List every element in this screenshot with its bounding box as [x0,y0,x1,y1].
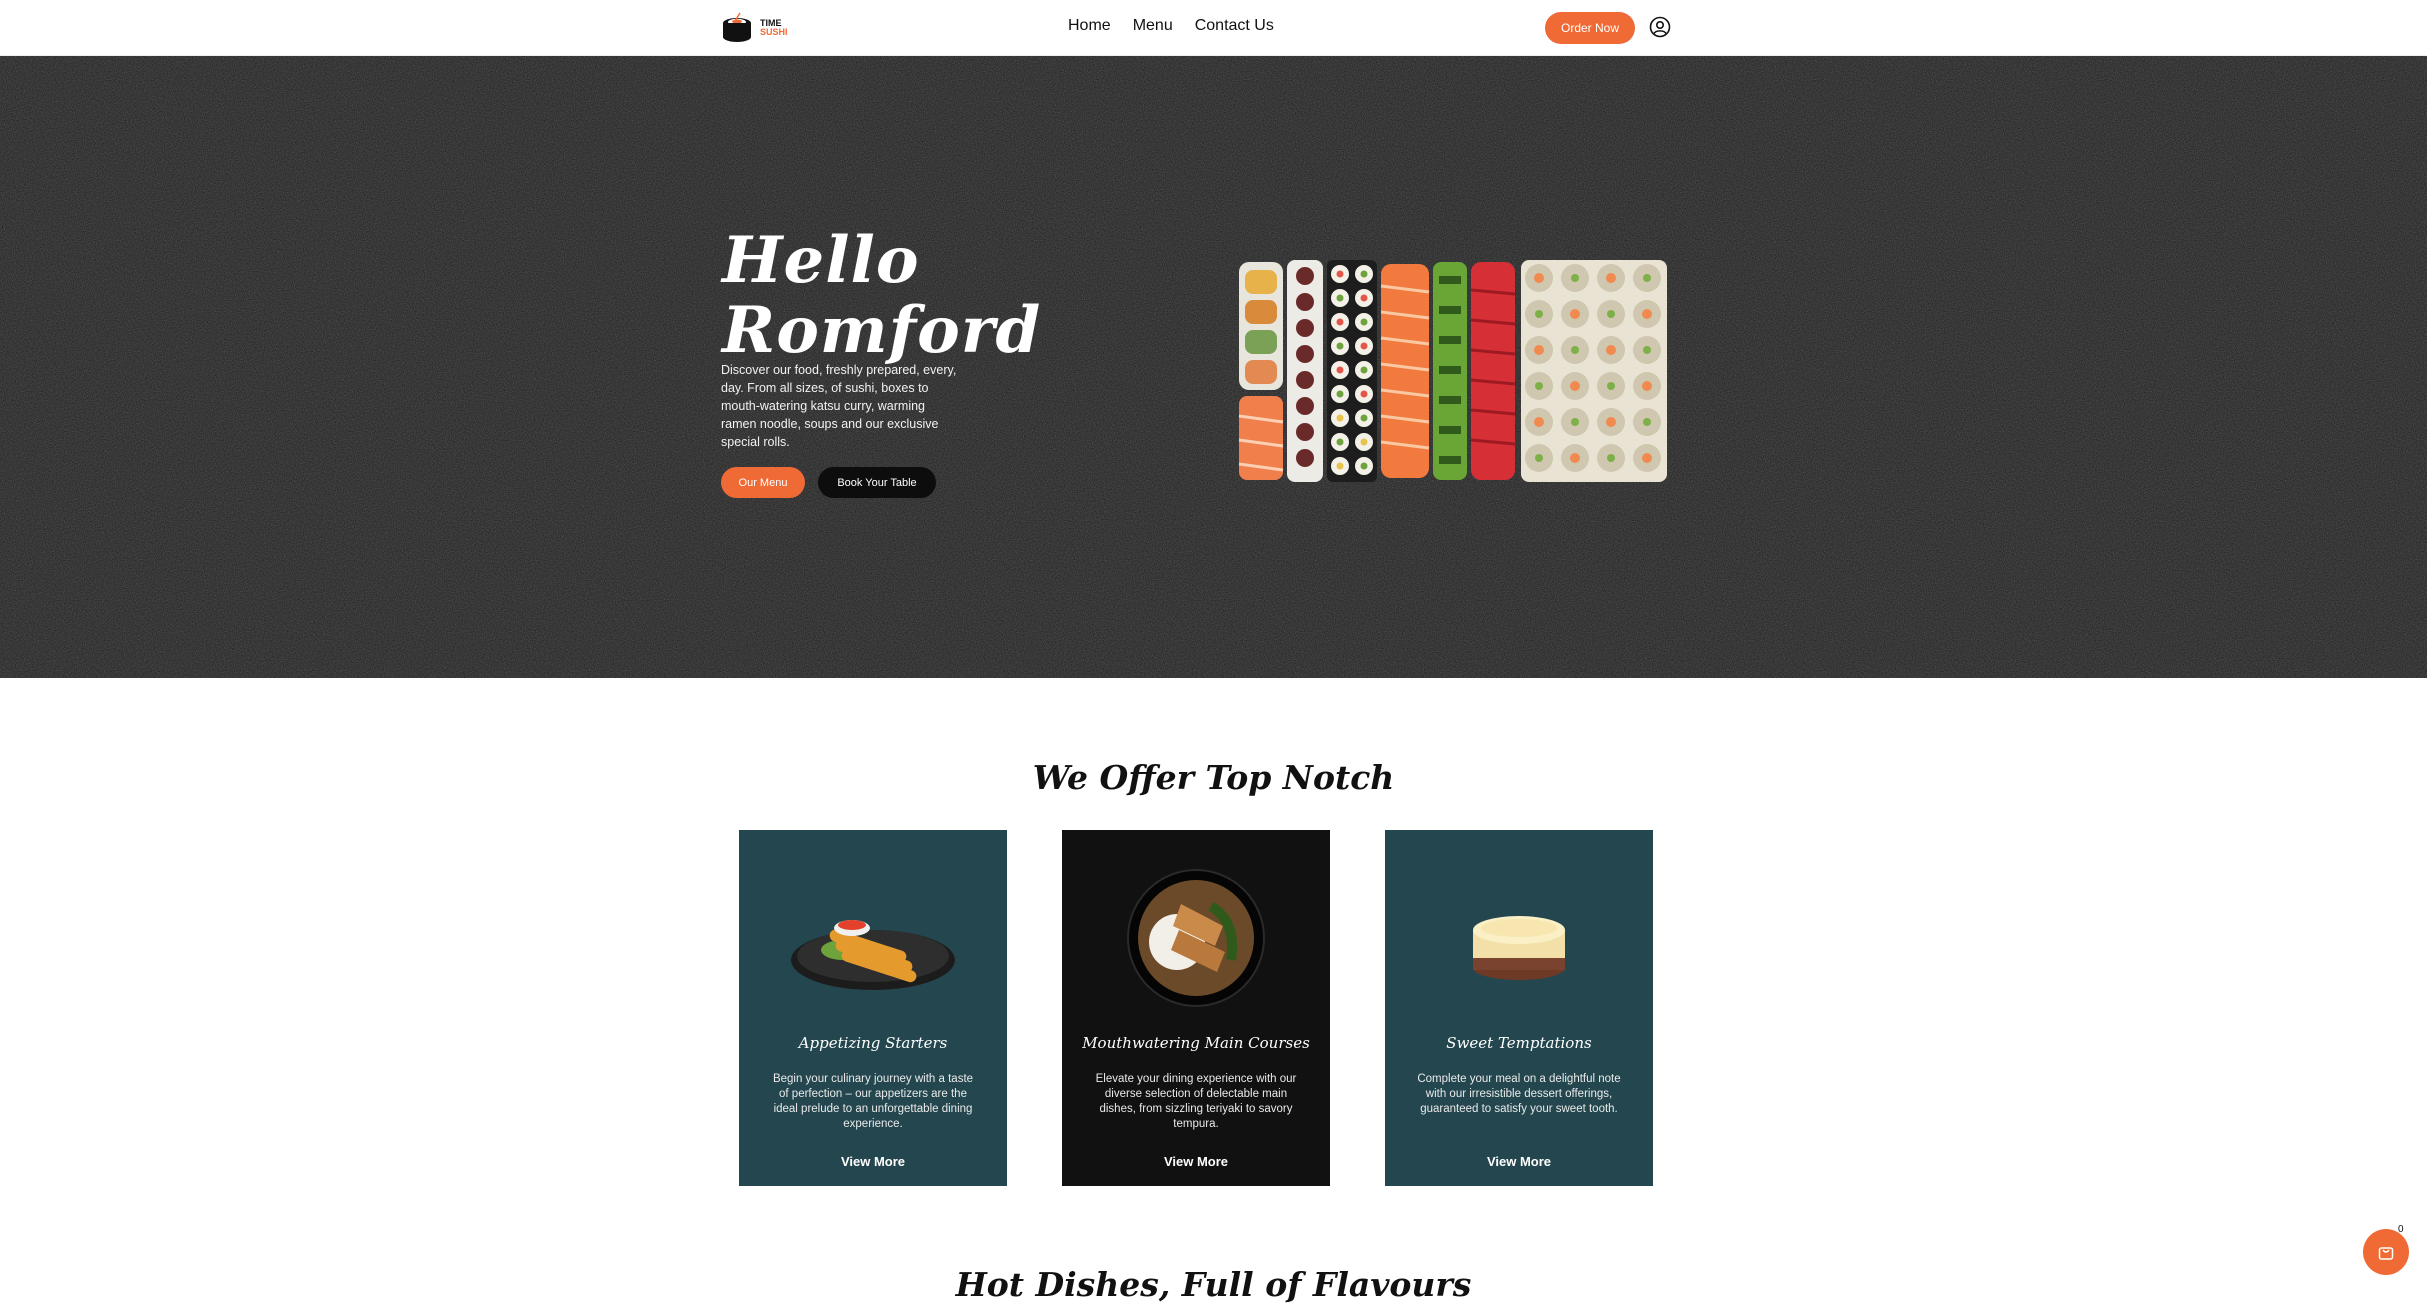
card-title-main-courses: Mouthwatering Main Courses [1082,1034,1310,1052]
card-title-starters: Appetizing Starters [798,1034,948,1052]
cheesecake-image [1473,916,1565,980]
hero-title: Hello Romford [722,226,1041,366]
offer-section-title: We Offer Top Notch [1032,758,1395,797]
hero-title-line-2: Romford [722,293,1042,368]
view-more-starters-button[interactable]: View More [739,1154,1007,1169]
shopping-bag-icon [2378,1247,2394,1260]
sushi-logo-icon [723,12,751,42]
logo-text: TIME SUSHI [760,19,788,37]
site-header: TIME SUSHI Home Menu Contact Us Order No… [0,0,2427,56]
card-starters: Appetizing Starters Begin your culinary … [739,830,1007,1186]
card-description-main-courses: Elevate your dining experience with our … [1095,1073,1297,1130]
logo[interactable]: TIME SUSHI [720,10,800,46]
user-circle-icon[interactable] [1649,16,1671,38]
tempura-dish-image [791,920,955,990]
card-description-starters: Begin your culinary journey with a taste… [772,1073,974,1130]
book-table-button[interactable]: Book Your Table [818,467,936,498]
hot-dishes-section-title: Hot Dishes, Full of Flavours [955,1265,1472,1304]
nav-home[interactable]: Home [1068,17,1111,35]
hero-description: Discover our food, freshly prepared, eve… [721,363,957,449]
hero-background-texture [0,56,2427,678]
our-menu-button[interactable]: Our Menu [721,467,805,498]
sushi-platter-image [1238,260,1667,482]
teriyaki-bowl-image [1127,869,1265,1007]
card-description-desserts: Complete your meal on a delightful note … [1417,1073,1621,1115]
hero-title-line-1: Hello [722,223,920,298]
view-more-main-courses-button[interactable]: View More [1062,1154,1330,1169]
floating-cart-button[interactable] [2363,1229,2409,1275]
nav-menu[interactable]: Menu [1133,17,1173,35]
main-nav: Home Menu Contact Us [1068,17,1274,35]
hero-section: Hello Romford Discover our food, freshly… [0,56,2427,678]
cart-count-badge: 0 [2398,1224,2404,1235]
card-desserts: Sweet Temptations Complete your meal on … [1385,830,1653,1186]
logo-line-2: SUSHI [760,27,788,37]
card-title-desserts: Sweet Temptations [1446,1034,1592,1052]
nav-contact-us[interactable]: Contact Us [1195,17,1274,35]
order-now-button[interactable]: Order Now [1545,12,1635,44]
card-main-courses: Mouthwatering Main Courses Elevate your … [1062,830,1330,1186]
view-more-desserts-button[interactable]: View More [1385,1154,1653,1169]
